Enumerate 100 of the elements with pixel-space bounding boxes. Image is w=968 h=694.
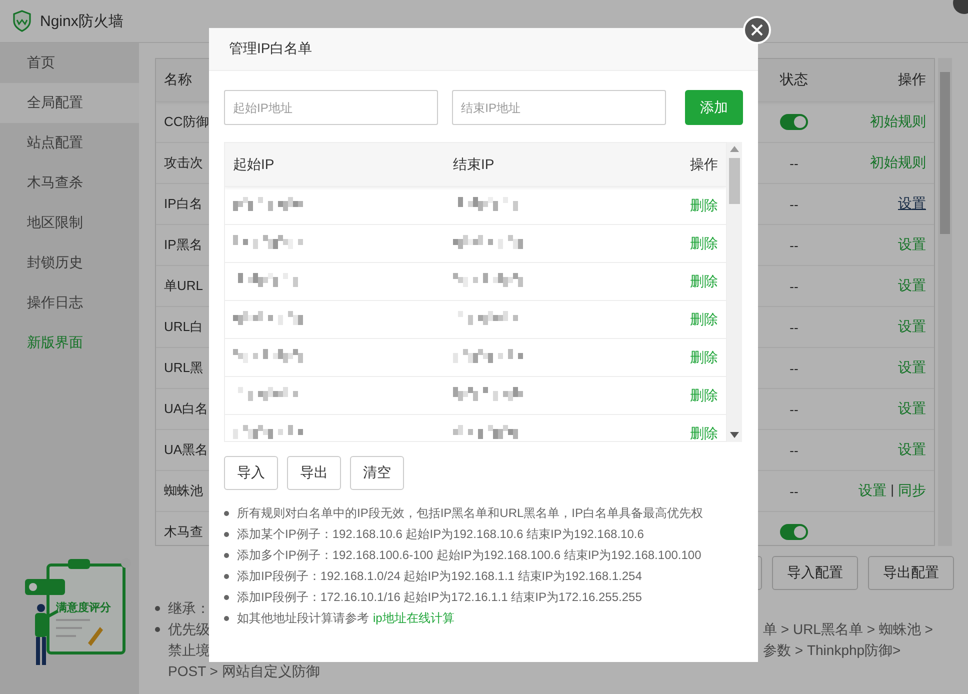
note-text: 添加IP段例子：172.16.10.1/16 起始IP为172.16.1.1 结束IP为172.16.255.255 — [237, 589, 642, 606]
toggle-switch[interactable] — [780, 114, 808, 130]
table-cell-text: -- — [788, 360, 800, 376]
note-text: 如其他地址段计算请参考 ip地址在线计算 — [237, 610, 454, 627]
config-button[interactable]: 导入配置 — [772, 556, 858, 590]
action-link[interactable]: 设置 — [898, 441, 926, 459]
action-link[interactable]: 设置 — [858, 482, 887, 500]
table-cell-text: -- — [788, 156, 800, 170]
table-cell-text: URL黑 — [163, 359, 204, 377]
sidebar-item[interactable]: 首页 — [0, 43, 139, 83]
config-button[interactable]: 导出配置 — [868, 556, 954, 590]
delete-link[interactable]: 删除 — [682, 386, 726, 404]
app-title: Nginx防火墙 — [40, 12, 124, 30]
table-cell-text: IP黑名 — [163, 236, 204, 254]
scroll-thumb[interactable] — [729, 158, 740, 204]
action-link[interactable]: 设置 — [898, 318, 926, 336]
pixelated-ip — [233, 197, 303, 211]
table-cell-text: 蜘蛛池 — [163, 482, 204, 500]
bullet-icon — [155, 627, 160, 632]
action-link[interactable]: 设置 — [898, 195, 926, 213]
action-link[interactable]: 设置 — [898, 359, 926, 377]
action-link[interactable]: 同步 — [898, 482, 926, 500]
bullet-icon — [224, 616, 229, 621]
sidebar-item[interactable]: 封锁历史 — [0, 243, 139, 283]
table-cell-text: 木马查 — [163, 523, 204, 541]
table-cell-text: CC防御 — [163, 113, 210, 131]
input-field[interactable]: 结束IP地址 — [452, 90, 666, 125]
dialog-button[interactable]: 清空 — [350, 456, 404, 490]
pixelated-ip — [233, 425, 303, 439]
action-link[interactable]: 初始规则 — [870, 113, 926, 131]
table-cell-text: -- — [788, 402, 800, 416]
toggle-switch[interactable] — [780, 524, 808, 540]
note-text: POST > 网站自定义防御 — [168, 662, 320, 681]
note-text: 添加某个IP例子：192.168.10.6 起始IP为192.168.10.6 结束IP为192.168.10.6 — [237, 526, 644, 543]
column-header: 结束IP — [452, 156, 496, 174]
table-cell-text: UA白名 — [163, 400, 210, 418]
dialog-button[interactable]: 导出 — [287, 456, 341, 490]
sidebar-item[interactable]: 全局配置 — [0, 83, 139, 123]
column-header: 操作 — [689, 156, 719, 174]
column-header: 起始IP — [232, 156, 276, 174]
delete-link[interactable]: 删除 — [682, 234, 726, 252]
delete-link[interactable]: 删除 — [682, 348, 726, 366]
table-cell-text: -- — [788, 484, 800, 498]
note-text: 所有规则对白名单中的IP段无效，包括IP黑名单和URL黑名单，IP白名单具备最高优先权 — [237, 505, 704, 522]
action-link[interactable]: 初始规则 — [870, 154, 926, 172]
bullet-icon — [224, 511, 229, 516]
bullet-icon — [224, 595, 229, 600]
column-header: 状态 — [779, 71, 809, 89]
sidebar-item[interactable]: 操作日志 — [0, 283, 139, 323]
widget-label: 满意度评分 — [56, 600, 111, 615]
table-cell-text: 攻击次 — [163, 154, 204, 172]
table-cell-text: -- — [788, 196, 800, 212]
pixelated-ip — [453, 387, 523, 401]
note-text: 添加IP段例子：192.168.1.0/24 起始IP为192.168.1.1 结束IP为192.168.1.254 — [237, 568, 642, 585]
pixelated-ip — [233, 235, 303, 249]
scroll-down-icon[interactable] — [730, 432, 739, 438]
input-field[interactable]: 起始IP地址 — [224, 90, 438, 125]
action-link[interactable]: 设置 — [898, 277, 926, 295]
table-cell-text: IP白名 — [163, 195, 204, 213]
pixelated-ip — [233, 349, 303, 363]
delete-link[interactable]: 删除 — [682, 196, 726, 214]
note-text: 优先级 — [168, 620, 210, 639]
close-button[interactable] — [743, 16, 771, 44]
table-cell-text: 单URL — [163, 277, 204, 295]
delete-link[interactable]: 删除 — [682, 424, 726, 441]
action-link[interactable]: 设置 — [898, 236, 926, 254]
scrollbar[interactable] — [727, 142, 742, 442]
add-button[interactable]: 添加 — [685, 90, 744, 125]
pixelated-ip — [233, 311, 303, 325]
bullet-icon — [224, 574, 229, 579]
pixelated-ip — [453, 349, 523, 363]
sidebar-item[interactable]: 地区限制 — [0, 203, 139, 243]
note-text: 添加多个IP例子：192.168.100.6-100 起始IP为192.168.100.6 结束IP为192.168.100.100 — [237, 547, 702, 564]
dialog-title: 管理IP白名单 — [229, 40, 312, 58]
bullet-icon — [224, 553, 229, 558]
table-cell-text: -- — [788, 238, 800, 252]
bullet-icon — [155, 606, 160, 611]
scroll-thumb[interactable] — [940, 72, 950, 234]
scroll-up-icon[interactable] — [730, 146, 739, 152]
note-text: 参数 > Thinkphp防御> — [763, 642, 901, 658]
table-cell-text: URL白 — [163, 318, 204, 336]
dialog-button[interactable]: 导入 — [224, 456, 278, 490]
separator-text: | — [890, 482, 894, 499]
sidebar-item[interactable]: 木马查杀 — [0, 163, 139, 203]
sidebar-item[interactable]: 站点配置 — [0, 123, 139, 163]
note-text: 单 > URL黑名单 > 蜘蛛池 > — [763, 621, 933, 637]
calculator-link[interactable]: ip地址在线计算 — [373, 611, 454, 625]
delete-link[interactable]: 删除 — [682, 310, 726, 328]
sidebar-item[interactable]: 新版界面 — [0, 323, 139, 363]
column-header: 名称 — [163, 71, 193, 89]
note-text: 继承： — [168, 599, 210, 618]
shield-logo-icon — [12, 10, 32, 32]
table-cell-text: -- — [788, 442, 800, 458]
pixelated-ip — [453, 235, 523, 249]
action-link[interactable]: 设置 — [898, 400, 926, 418]
note-text: 禁止境 — [168, 641, 210, 660]
pixelated-ip — [453, 273, 523, 287]
table-cell-text: -- — [788, 320, 800, 334]
scrollbar[interactable] — [938, 58, 952, 546]
delete-link[interactable]: 删除 — [682, 272, 726, 290]
